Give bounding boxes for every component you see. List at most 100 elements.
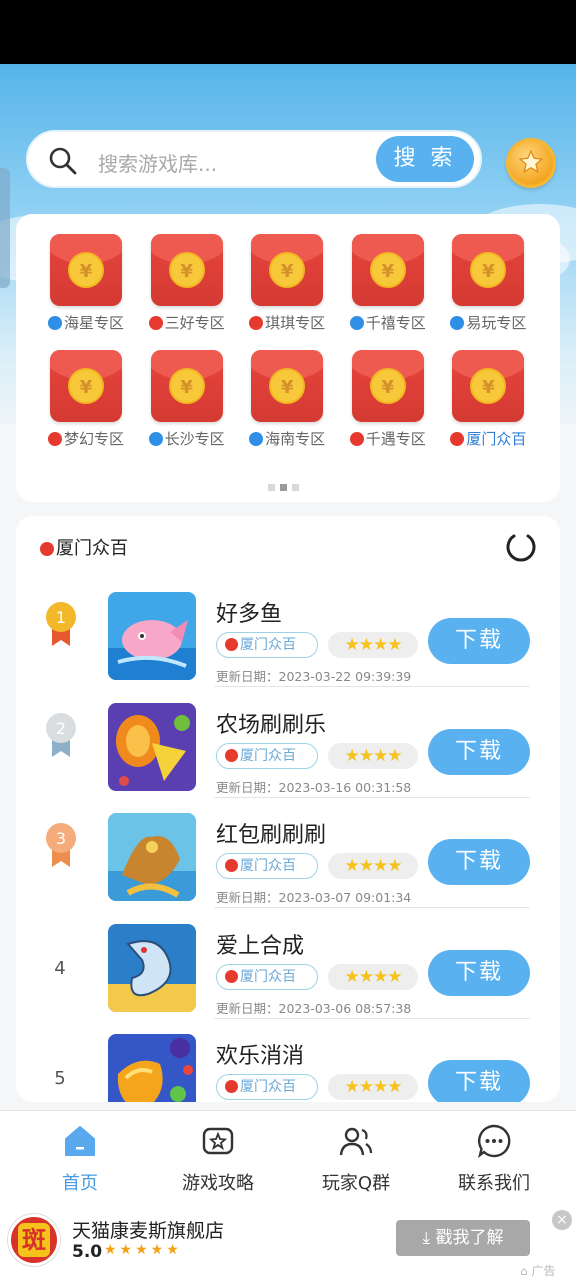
zone-item[interactable]: ¥ 千遇专区 [338, 350, 438, 460]
ad-learn-more-button[interactable]: ⤓ 戳我了解 [396, 1220, 530, 1256]
game-thumbnail[interactable] [108, 1034, 196, 1102]
game-row[interactable]: 5 欢乐消消 厦门众百 ★★★★ 下载 [16, 1024, 560, 1102]
game-thumbnail[interactable] [108, 702, 196, 791]
tab-home[interactable]: 首页 [8, 1111, 152, 1205]
divider [214, 796, 530, 798]
coin-icon: ¥ [269, 368, 306, 404]
update-date: 更新日期：2023-03-06 08:57:38 [216, 1000, 412, 1016]
download-button[interactable]: 下载 [428, 618, 530, 664]
zone-tag: 厦门众百 [216, 742, 318, 769]
game-row[interactable]: 3 红包刷刷刷 厦门众百 ★★★★ 下载 更新日期：2023-03-07 09:01:34 [16, 803, 560, 913]
red-dot-icon [349, 432, 364, 446]
coin-icon: ¥ [168, 252, 205, 288]
tab-label: 联系我们 [458, 1173, 530, 1194]
red-envelope-icon: ¥ [150, 350, 223, 422]
red-dot-icon [225, 969, 238, 983]
zone-tag: 厦门众百 [216, 632, 318, 658]
rank-medal-icon: 3 [46, 823, 76, 868]
divider [214, 686, 530, 687]
red-dot-icon [225, 859, 238, 873]
game-row[interactable]: 4 爱上合成 厦门众百 ★★★★ 下载 更新日期：2023-03-06 08:57:38 [16, 914, 560, 1024]
red-dot-icon [225, 638, 238, 651]
page-indicator [268, 476, 304, 495]
red-envelope-icon: ¥ [150, 234, 223, 306]
zone-item[interactable]: ¥ 千禧专区 [338, 234, 438, 344]
download-button[interactable]: 下载 [428, 1060, 530, 1102]
search-bar[interactable]: 搜索游戏库... 搜 索 [26, 130, 482, 188]
rating-stars: ★★★★ [328, 742, 418, 769]
red-dot-icon [40, 542, 54, 556]
red-envelope-icon: ¥ [251, 350, 324, 422]
coin-icon: ¥ [68, 368, 104, 404]
rank-number: 5 [54, 1068, 66, 1090]
game-name[interactable]: 欢乐消消 [216, 1038, 304, 1070]
ad-rating-stars: ★★★★★ [104, 1242, 182, 1258]
zone-item[interactable]: ¥ 厦门众百 [438, 350, 538, 460]
rank-number: 2 [56, 719, 66, 738]
zone-item[interactable]: ¥ 三好专区 [137, 234, 237, 344]
search-input[interactable]: 搜索游戏库... [98, 148, 217, 177]
game-row[interactable]: 2 农场刷刷乐 厦门众百 ★★★★ 下载 更新日期：2023-03-16 00:31:58 [16, 693, 560, 803]
zone-tag: 厦门众百 [216, 963, 318, 990]
red-dot-icon [148, 316, 163, 330]
game-name[interactable]: 红包刷刷刷 [216, 817, 326, 849]
coin-icon: ¥ [470, 368, 507, 404]
game-thumbnail[interactable] [108, 813, 196, 902]
zone-item[interactable]: ¥ 长沙专区 [137, 350, 237, 460]
download-icon: ⤓ [422, 1228, 436, 1248]
zone-label: 琪琪专区 [237, 312, 337, 333]
zone-item[interactable]: ¥ 海南专区 [237, 350, 337, 460]
favorites-star-button[interactable] [506, 138, 556, 188]
game-row[interactable]: 1 好多鱼 厦门众百 ★★★★ 下载 更新日期：2023-03-22 09:39:39 [16, 582, 560, 692]
ad-rating-score: 5.0 [72, 1242, 103, 1262]
zone-item[interactable]: ¥ 琪琪专区 [237, 234, 337, 344]
download-button[interactable]: 下载 [428, 949, 530, 996]
coin-icon: ¥ [68, 252, 104, 288]
red-envelope-icon: ¥ [50, 350, 122, 422]
zone-item[interactable]: ¥ 易玩专区 [438, 234, 538, 344]
zone-item[interactable]: ¥ 梦幻专区 [36, 350, 136, 460]
rank-number: 1 [56, 608, 66, 627]
divider [214, 907, 530, 909]
download-button[interactable]: 下载 [428, 839, 530, 886]
ad-label: ⌂ 广告 [520, 1264, 556, 1278]
ad-banner[interactable]: 斑 天猫康麦斯旗舰店 5.0 ★★★★★ ⤓ 戳我了解 × ⌂ 广告 [0, 1204, 576, 1280]
zone-label: 三好专区 [137, 312, 237, 333]
game-thumbnail[interactable] [108, 923, 196, 1012]
zone-label: 千遇专区 [338, 428, 438, 449]
red-envelope-icon: ¥ [351, 234, 424, 306]
zone-label: 海南专区 [237, 428, 337, 449]
zone-item[interactable]: ¥ 海星专区 [36, 234, 136, 344]
ad-close-icon[interactable]: × [552, 1210, 572, 1230]
ad-logo: 斑 [8, 1214, 60, 1266]
tab-guide[interactable]: 游戏攻略 [146, 1111, 290, 1205]
rank-medal-icon: 2 [46, 712, 76, 757]
list-title: 厦门众百 [40, 534, 128, 560]
game-thumbnail[interactable] [108, 592, 196, 680]
update-date: 更新日期：2023-03-22 09:39:39 [216, 669, 412, 684]
tab-label: 玩家Q群 [321, 1173, 391, 1194]
blue-dot-icon [47, 316, 62, 330]
rating-stars: ★★★★ [328, 853, 418, 880]
tab-label: 首页 [62, 1173, 98, 1194]
game-name[interactable]: 爱上合成 [216, 928, 304, 960]
tab-chat[interactable]: 联系我们 [422, 1111, 566, 1205]
rank-number: 3 [56, 829, 66, 848]
coin-icon: ¥ [269, 252, 306, 288]
guide-icon [200, 1123, 236, 1159]
ranking-list: 厦门众百 1 好多鱼 厦门众百 ★★★★ 下载 更新日期：2023-03-22 09:39… [16, 516, 560, 1102]
blue-dot-icon [349, 316, 364, 330]
tab-group[interactable]: 玩家Q群 [284, 1111, 428, 1205]
red-dot-icon [249, 316, 264, 330]
search-button[interactable]: 搜 索 [376, 136, 474, 182]
side-drawer-handle[interactable] [0, 168, 10, 288]
chat-icon [476, 1123, 512, 1159]
status-bar [0, 0, 576, 64]
game-name[interactable]: 农场刷刷乐 [216, 707, 326, 739]
download-button[interactable]: 下载 [428, 728, 530, 775]
refresh-icon[interactable] [504, 530, 538, 564]
red-envelope-icon: ¥ [251, 234, 324, 306]
game-name[interactable]: 好多鱼 [216, 596, 282, 628]
coin-icon: ¥ [470, 252, 507, 288]
zone-label: 厦门众百 [438, 428, 538, 449]
